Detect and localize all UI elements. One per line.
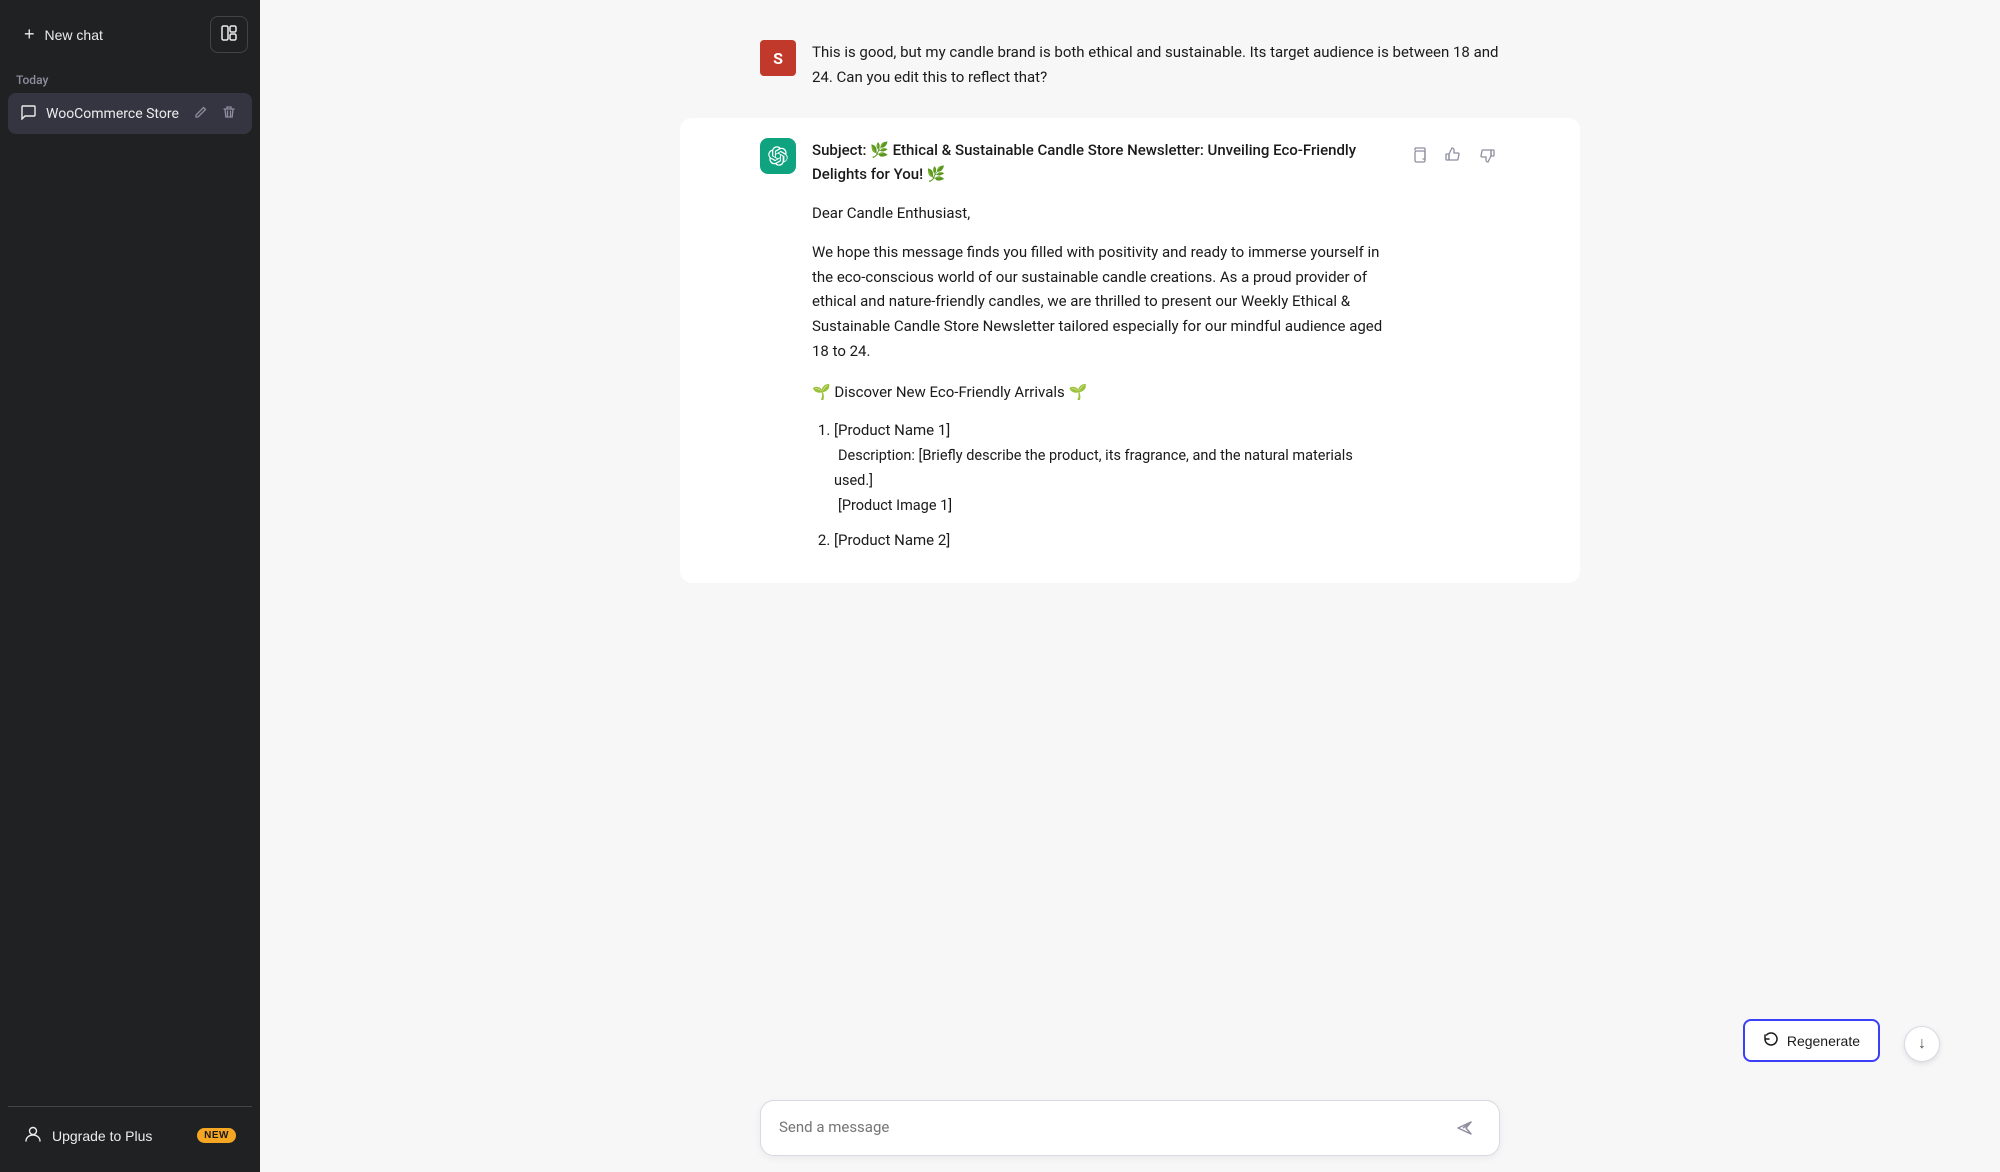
product-1-image: [Product Image 1] [834,497,952,514]
assistant-message-content: Subject: 🌿 Ethical & Sustainable Candle … [812,138,1390,563]
message-input[interactable] [779,1116,1447,1140]
sidebar: + New chat Today WooCommerce Store [0,0,260,1172]
new-badge: NEW [197,1128,236,1143]
copy-button[interactable] [1406,142,1432,168]
new-chat-label: New chat [45,27,103,43]
layout-toggle-button[interactable] [210,16,248,53]
new-chat-button[interactable]: + New chat [12,14,202,55]
main-content: S This is good, but my candle brand is b… [260,0,2000,1172]
assistant-avatar [760,138,796,174]
user-message-text: This is good, but my candle brand is bot… [812,40,1500,90]
email-subject: Subject: 🌿 Ethical & Sustainable Candle … [812,138,1390,188]
user-message-row: S This is good, but my candle brand is b… [680,20,1580,110]
regenerate-icon [1763,1031,1779,1050]
upgrade-label: Upgrade to Plus [52,1128,152,1144]
email-body: We hope this message finds you filled wi… [812,240,1390,364]
chat-area: S This is good, but my candle brand is b… [260,0,2000,1172]
product-1-name: [Product Name 1] [834,421,950,439]
chat-history-item[interactable]: WooCommerce Store [8,93,252,134]
products-list: [Product Name 1] Description: [Briefly d… [812,418,1390,552]
regenerate-label: Regenerate [1787,1033,1860,1049]
chat-bubble-icon [20,104,36,124]
message-actions [1406,138,1500,563]
send-button[interactable] [1447,1115,1481,1141]
email-greeting: Dear Candle Enthusiast, [812,201,1390,226]
thumbs-down-button[interactable] [1474,142,1500,168]
scroll-down-button[interactable]: ↓ [1904,1026,1940,1062]
delete-chat-button[interactable] [218,103,240,124]
today-label: Today [8,69,252,93]
assistant-message-row: Subject: 🌿 Ethical & Sustainable Candle … [680,118,1580,583]
user-message-content: This is good, but my candle brand is bot… [812,40,1500,90]
layout-icon [221,25,237,44]
chat-item-label: WooCommerce Store [46,106,179,122]
scroll-down-icon: ↓ [1918,1035,1926,1053]
user-icon [24,1125,42,1146]
input-container [760,1100,1500,1156]
eco-arrivals-header: 🌱 Discover New Eco-Friendly Arrivals 🌱 [812,380,1390,405]
user-avatar: S [760,40,796,76]
product-item-1: [Product Name 1] Description: [Briefly d… [834,418,1390,518]
top-bar: + New chat [8,8,252,61]
regenerate-button[interactable]: Regenerate [1743,1019,1880,1062]
upgrade-button[interactable]: Upgrade to Plus NEW [12,1115,248,1156]
product-item-2: [Product Name 2] [834,528,1390,553]
chat-item-actions [190,103,240,124]
edit-chat-button[interactable] [190,103,212,124]
product-2-name: [Product Name 2] [834,531,950,549]
upgrade-btn-left: Upgrade to Plus [24,1125,152,1146]
product-1-description: Description: [Briefly describe the produ… [834,447,1353,489]
bottom-bar [260,1084,2000,1172]
sidebar-footer: Upgrade to Plus NEW [8,1106,252,1164]
thumbs-up-button[interactable] [1440,142,1466,168]
chat-item-left: WooCommerce Store [20,104,179,124]
plus-icon: + [24,24,35,45]
